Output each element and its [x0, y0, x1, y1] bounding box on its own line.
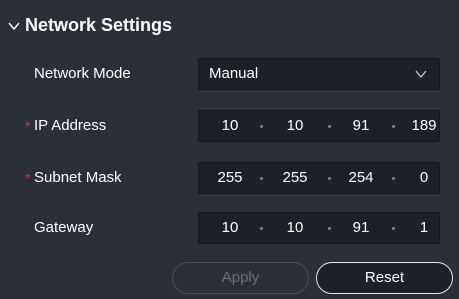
reset-button[interactable]: Reset — [316, 262, 453, 294]
subnet-mask-octet-1[interactable]: 255 — [210, 168, 250, 188]
gateway-label: Gateway — [34, 219, 94, 236]
network-mode-value: Manual — [209, 65, 259, 82]
subnet-mask-input[interactable]: 255 255 254 0 — [198, 162, 440, 194]
octet-separator — [328, 227, 331, 230]
subnet-mask-octet-3[interactable]: 254 — [341, 168, 381, 188]
network-mode-label: Network Mode — [34, 65, 131, 82]
gateway-octet-3[interactable]: 91 — [341, 218, 381, 238]
gateway-octet-4[interactable]: 1 — [404, 218, 444, 238]
ip-address-octet-1[interactable]: 10 — [210, 116, 250, 136]
subnet-mask-octet-4[interactable]: 0 — [404, 168, 444, 188]
ip-address-octet-4[interactable]: 189 — [404, 116, 444, 136]
octet-separator — [260, 177, 263, 180]
required-indicator: * — [25, 170, 31, 186]
required-indicator: * — [25, 118, 31, 134]
network-settings-panel: Network Settings Network Mode Manual * I… — [0, 0, 459, 299]
octet-separator — [328, 177, 331, 180]
gateway-input[interactable]: 10 10 91 1 — [198, 212, 440, 244]
subnet-mask-label: Subnet Mask — [34, 169, 122, 186]
ip-address-octet-3[interactable]: 91 — [341, 116, 381, 136]
octet-separator — [260, 125, 263, 128]
network-mode-select[interactable]: Manual — [198, 58, 440, 90]
chevron-down-icon — [415, 70, 427, 79]
ip-address-label: IP Address — [34, 117, 107, 134]
apply-button[interactable]: Apply — [172, 262, 309, 294]
subnet-mask-octet-2[interactable]: 255 — [275, 168, 315, 188]
octet-separator — [260, 227, 263, 230]
octet-separator — [328, 125, 331, 128]
octet-separator — [392, 227, 395, 230]
section-title[interactable]: Network Settings — [25, 14, 172, 36]
chevron-down-icon[interactable] — [7, 19, 21, 33]
ip-address-input[interactable]: 10 10 91 189 — [198, 110, 440, 142]
gateway-octet-1[interactable]: 10 — [210, 218, 250, 238]
octet-separator — [392, 177, 395, 180]
gateway-octet-2[interactable]: 10 — [275, 218, 315, 238]
octet-separator — [392, 125, 395, 128]
ip-address-octet-2[interactable]: 10 — [275, 116, 315, 136]
